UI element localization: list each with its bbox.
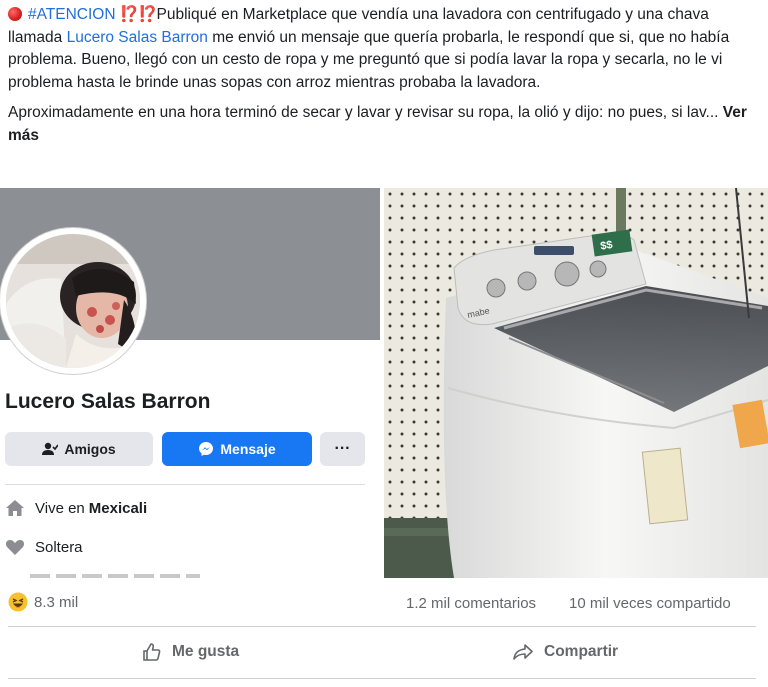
post-text-paragraph2: Aproximadamente en una hora terminó de s… xyxy=(8,104,719,121)
messenger-icon xyxy=(199,442,214,456)
post-body: #ATENCION ⁉️⁉️Publiqué en Marketplace qu… xyxy=(8,4,760,155)
red-circle-icon xyxy=(8,7,22,21)
message-button[interactable]: Mensaje xyxy=(162,432,312,466)
haha-reaction-icon xyxy=(8,592,28,612)
avatar xyxy=(0,228,146,374)
share-label: Compartir xyxy=(544,643,619,660)
washer-photo[interactable]: $$ mabe xyxy=(384,188,768,578)
like-label: Me gusta xyxy=(172,643,240,660)
reaction-count: 8.3 mil xyxy=(34,593,79,611)
reaction-summary[interactable]: 8.3 mil xyxy=(8,592,78,612)
post-stats: 8.3 mil 1.2 mil comentarios 10 mil veces… xyxy=(8,592,760,616)
message-label: Mensaje xyxy=(220,441,276,457)
share-button[interactable]: Compartir xyxy=(512,636,618,668)
comments-count[interactable]: 1.2 mil comentarios xyxy=(406,595,536,612)
friends-icon xyxy=(42,442,59,455)
thumbs-up-icon xyxy=(143,643,161,661)
lives-in-row: Vive en Mexicali xyxy=(5,499,147,517)
price-tag: $$ xyxy=(600,239,614,253)
home-icon xyxy=(6,500,24,516)
post-paragraph-1: #ATENCION ⁉️⁉️Publiqué en Marketplace qu… xyxy=(8,4,760,94)
relationship-status: Soltera xyxy=(35,538,83,556)
mention-link[interactable]: Lucero Salas Barron xyxy=(67,29,208,46)
avatar-photo xyxy=(6,234,140,368)
relationship-row: Soltera xyxy=(5,538,83,556)
share-icon xyxy=(513,644,533,660)
like-button[interactable]: Me gusta xyxy=(142,636,239,668)
friends-label: Amigos xyxy=(64,441,116,457)
actions-divider-top xyxy=(8,626,756,627)
more-options-button[interactable]: ··· xyxy=(320,432,365,466)
card-divider xyxy=(5,484,365,485)
lives-in-city[interactable]: Mexicali xyxy=(89,500,147,517)
profile-screenshot-image[interactable]: Lucero Salas Barron Amigos Mensaje ··· V… xyxy=(0,188,380,578)
post-paragraph-2: Aproximadamente en una hora terminó de s… xyxy=(8,102,760,147)
heart-icon xyxy=(5,539,25,555)
exclamation-question-icon: ⁉️⁉️ xyxy=(119,6,158,23)
profile-name: Lucero Salas Barron xyxy=(5,390,211,413)
lives-in-prefix: Vive en xyxy=(35,499,85,517)
friends-button[interactable]: Amigos xyxy=(5,432,153,466)
truncated-info-row xyxy=(30,574,200,578)
actions-divider-bottom xyxy=(8,678,756,679)
shares-count[interactable]: 10 mil veces compartido xyxy=(569,595,731,612)
hashtag-link[interactable]: #ATENCION xyxy=(28,6,116,23)
